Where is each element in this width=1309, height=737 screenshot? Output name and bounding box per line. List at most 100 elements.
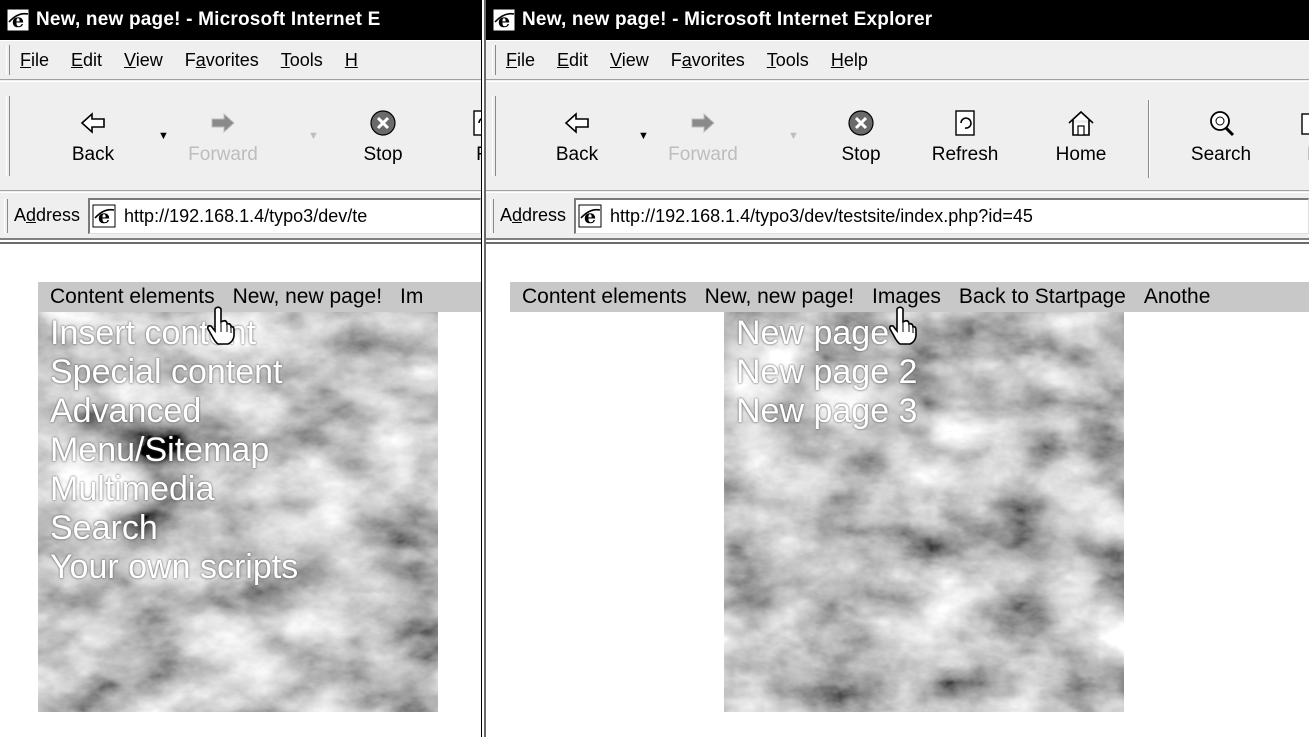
stop-button[interactable]: Stop — [338, 102, 428, 182]
stop-label: Stop — [841, 144, 881, 165]
nav-item-another[interactable]: Anothe — [1132, 285, 1217, 308]
refresh-button[interactable]: Refresh — [920, 102, 1010, 182]
nav-item-content-elements[interactable]: Content elements — [38, 285, 221, 308]
refresh-icon — [473, 110, 481, 136]
address-input[interactable]: http://192.168.1.4/typo3/dev/te — [88, 197, 481, 234]
menu-favorites[interactable]: Favorites — [671, 50, 745, 71]
submenu-item[interactable]: New page 3 — [736, 392, 917, 431]
forward-label: Forward — [668, 144, 738, 165]
forward-label: Forward — [188, 144, 258, 165]
hand-cursor-icon — [888, 306, 918, 346]
search-icon — [1210, 111, 1235, 137]
back-label: Back — [555, 144, 599, 165]
home-icon — [1068, 110, 1094, 136]
address-label: Address — [500, 205, 567, 225]
forward-button[interactable]: Forward — [178, 102, 268, 182]
hand-cursor-icon — [206, 306, 236, 346]
refresh-label: R — [476, 144, 481, 165]
submenu-item[interactable]: Special content — [50, 353, 298, 392]
window-title: New, new page! - Microsoft Internet Expl… — [522, 9, 933, 30]
submenu-item[interactable]: Multimedia — [50, 470, 298, 509]
menu-help[interactable]: Help — [831, 50, 868, 71]
menu-file[interactable]: File — [20, 50, 49, 71]
address-bar: Address http://192.168.1.4/typo3/dev/te — [0, 192, 481, 240]
nav-item-new-new-page[interactable]: New, new page! — [221, 285, 388, 308]
menu-edit[interactable]: Edit — [71, 50, 102, 71]
page-content: Content elements New, new page! Images Back… — [486, 242, 1309, 737]
search-label: Search — [1190, 144, 1252, 165]
menu-favorites[interactable]: Favorites — [185, 50, 259, 71]
nav-item-back-to-startpage[interactable]: Back to Startpage — [947, 285, 1132, 308]
address-url: http://192.168.1.4/typo3/dev/te — [124, 205, 368, 226]
back-dropdown-arrow[interactable]: ▼ — [638, 130, 649, 142]
left-browser-window: New, new page! - Microsoft Internet E Fi… — [0, 0, 482, 737]
address-bar: Address http://192.168.1.4/typo3/dev/tes… — [486, 192, 1309, 240]
submenu-item[interactable]: Search — [50, 509, 298, 548]
submenu-item[interactable]: Advanced — [50, 392, 298, 431]
nav-item-content-elements[interactable]: Content elements — [510, 285, 693, 308]
home-label: Home — [1055, 144, 1107, 165]
nav-item-new-new-page[interactable]: New, new page! — [693, 285, 860, 308]
menu-view[interactable]: View — [610, 50, 649, 71]
refresh-icon — [955, 110, 975, 136]
address-label: Address — [14, 205, 81, 225]
window-title: New, new page! - Microsoft Internet E — [36, 9, 381, 30]
address-grip — [490, 198, 494, 233]
forward-dropdown-arrow[interactable]: ▼ — [788, 130, 799, 142]
forward-button[interactable]: Forward — [658, 102, 748, 182]
standard-toolbar: Back ▼ Forward ▼ Stop Refresh Home Searc… — [486, 81, 1309, 191]
stop-button[interactable]: Stop — [816, 102, 906, 182]
submenu-item[interactable]: Insert content — [50, 314, 298, 353]
forward-dropdown-arrow[interactable]: ▼ — [308, 130, 319, 142]
back-dropdown-arrow[interactable]: ▼ — [158, 130, 169, 142]
toolbar-grip — [492, 96, 496, 176]
back-arrow-icon — [564, 112, 589, 134]
back-arrow-icon — [80, 112, 105, 134]
submenu-item[interactable]: Your own scripts — [50, 548, 298, 587]
back-button[interactable]: Back — [532, 102, 622, 182]
toolbar-separator — [1148, 100, 1150, 178]
menu-edit[interactable]: Edit — [557, 50, 588, 71]
nav-item-images[interactable]: Images — [860, 285, 947, 308]
internet-explorer-icon — [492, 8, 516, 32]
title-bar: New, new page! - Microsoft Internet Expl… — [486, 0, 1309, 40]
menu-help[interactable]: H — [345, 50, 358, 71]
favorites-button[interactable]: F — [1268, 102, 1309, 182]
menu-bar: File Edit View Favorites Tools Help — [486, 40, 1309, 80]
page-icon — [578, 204, 602, 228]
top-navigation: Content elements New, new page! Im — [38, 282, 481, 312]
back-label: Back — [71, 144, 115, 165]
standard-toolbar: Back ▼ Forward ▼ Stop R — [0, 81, 481, 191]
submenu-item[interactable]: New page 2 — [736, 353, 917, 392]
menu-tools[interactable]: Tools — [281, 50, 323, 71]
menu-tools[interactable]: Tools — [767, 50, 809, 71]
toolbar-grip — [6, 96, 10, 176]
stop-icon — [848, 110, 874, 136]
search-button[interactable]: Search — [1176, 102, 1266, 182]
title-bar: New, new page! - Microsoft Internet E — [0, 0, 481, 40]
address-input[interactable]: http://192.168.1.4/typo3/dev/testsite/in… — [574, 197, 1309, 234]
back-button[interactable]: Back — [48, 102, 138, 182]
stop-icon — [370, 110, 396, 136]
address-url: http://192.168.1.4/typo3/dev/testsite/in… — [610, 205, 1033, 226]
address-grip — [4, 198, 8, 233]
stop-label: Stop — [363, 144, 403, 165]
page-icon — [92, 204, 116, 228]
right-browser-window: New, new page! - Microsoft Internet Expl… — [484, 0, 1309, 737]
forward-arrow-icon — [691, 112, 715, 134]
forward-arrow-icon — [211, 112, 235, 134]
home-button[interactable]: Home — [1036, 102, 1126, 182]
menu-grip — [492, 45, 496, 75]
cloud-background-image: Insert content Special content Advanced … — [38, 312, 438, 712]
menu-view[interactable]: View — [124, 50, 163, 71]
refresh-button[interactable]: R — [438, 102, 481, 182]
page-content: Content elements New, new page! Im Insert … — [0, 242, 481, 737]
refresh-label: Refresh — [931, 144, 999, 165]
menu-bar: File Edit View Favorites Tools H — [0, 40, 481, 80]
nav-item-images[interactable]: Im — [388, 285, 429, 308]
menu-grip — [6, 45, 10, 75]
submenu: Insert content Special content Advanced … — [50, 314, 298, 587]
submenu-item[interactable]: Menu/Sitemap — [50, 431, 298, 470]
favorites-icon — [1301, 113, 1309, 135]
menu-file[interactable]: File — [506, 50, 535, 71]
